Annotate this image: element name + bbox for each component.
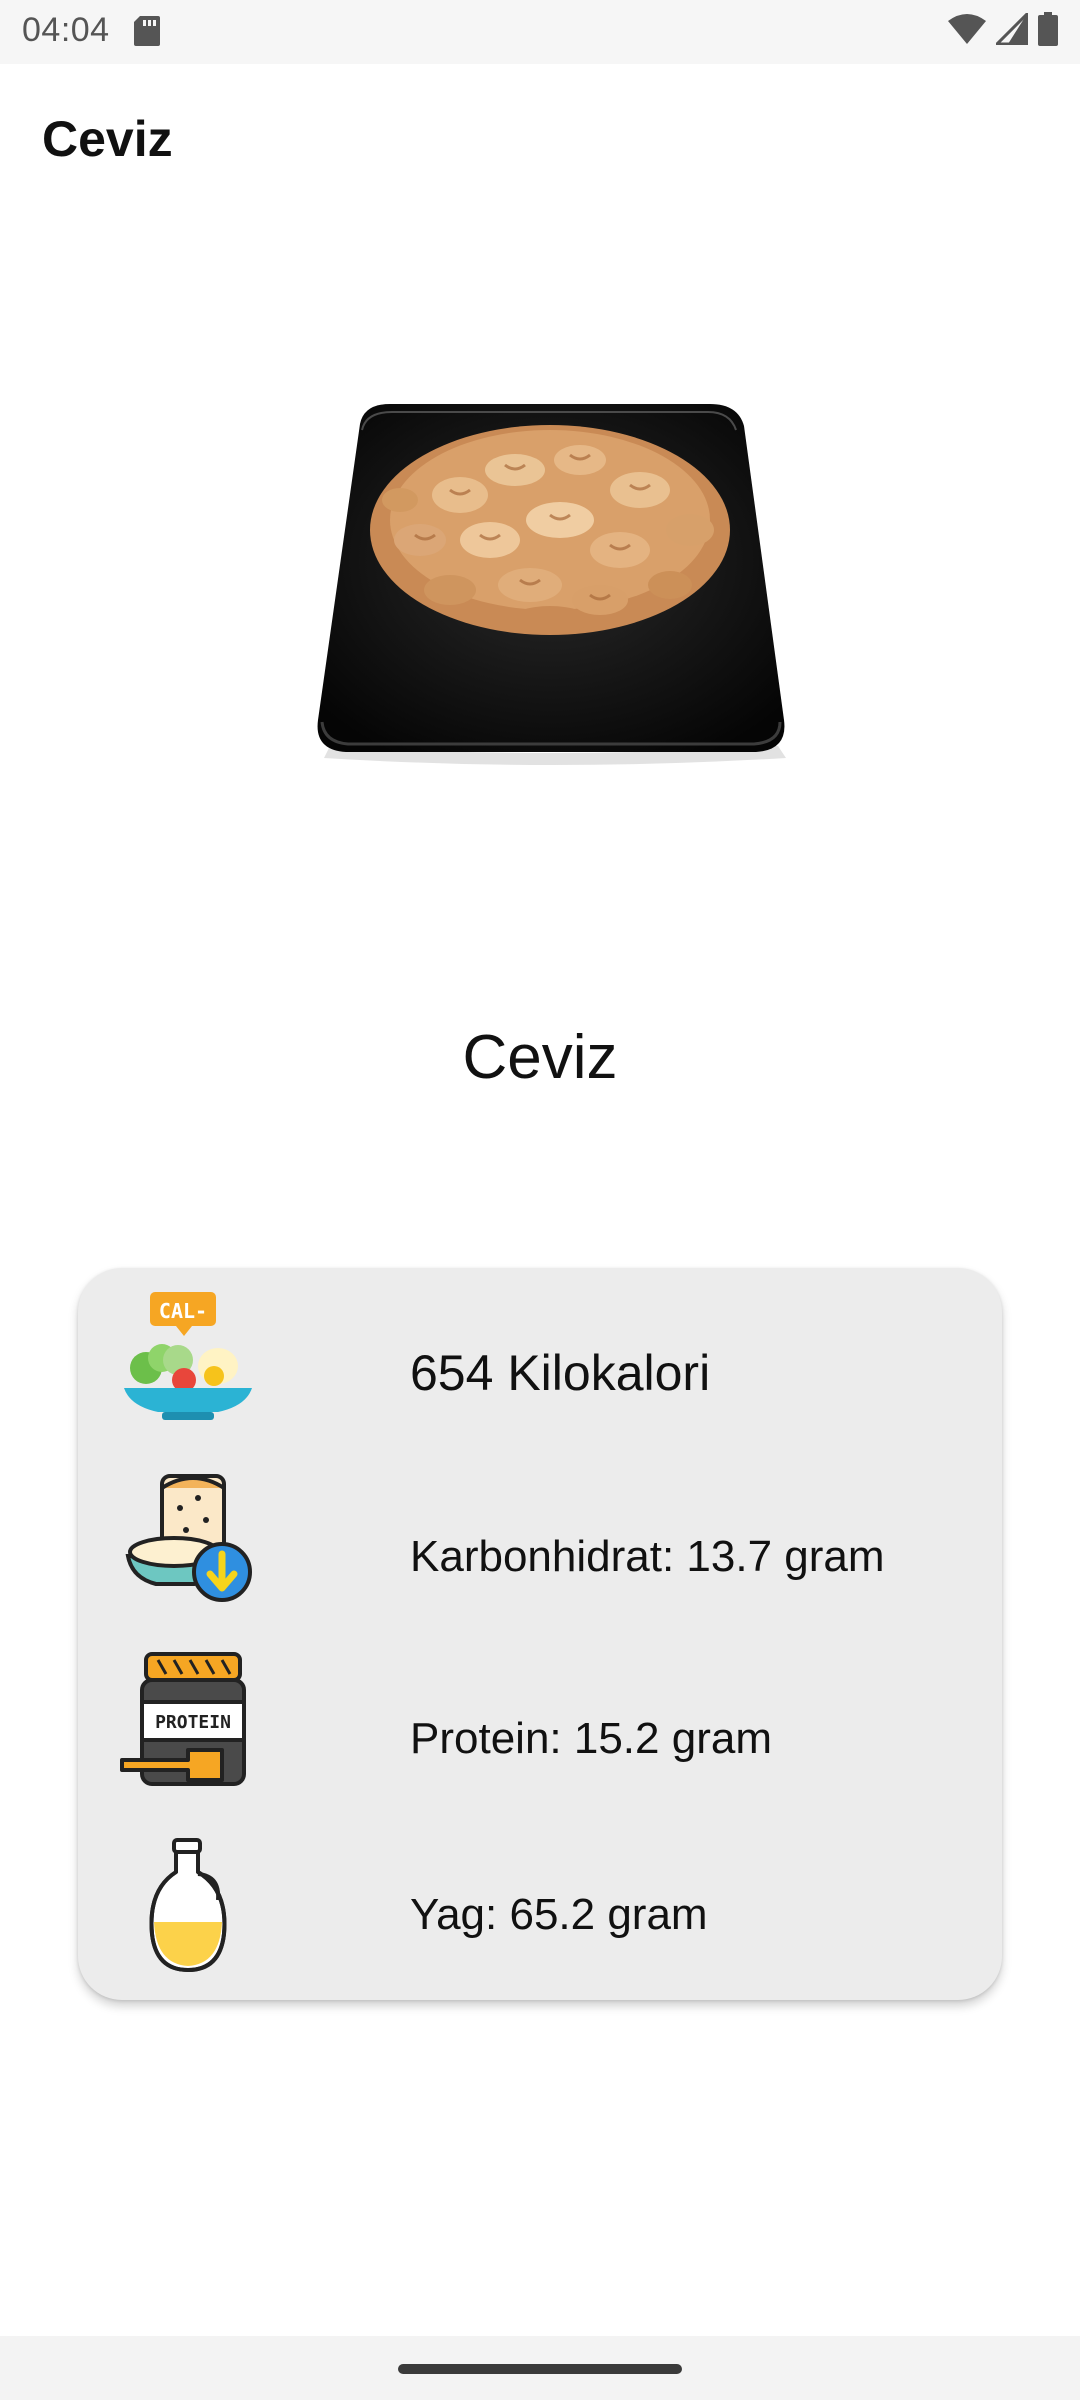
nutrition-row-protein: PROTEIN Protein: 15.2 gram [78,1650,1002,1810]
status-time: 04:04 [22,11,110,49]
protein-jar-icon: PROTEIN [120,1652,246,1786]
battery-icon [1038,12,1058,46]
app-bar: Ceviz [0,64,1080,214]
carbohydrate-bread-icon [125,1474,252,1602]
app-title: Ceviz [42,111,173,167]
nutrition-row-fat: Yag: 65.2 gram [78,1838,1002,1998]
wifi-icon [948,14,986,44]
nutrition-row-calories: CAL- 654 Kilokalori [78,1288,1002,1448]
calories-label: 654 Kilokalori [410,1345,711,1401]
nutrition-card: CAL- 654 Kilokalori Karbonhidrat: 13.7 g… [78,1268,1002,2000]
oil-bottle-icon [149,1838,227,1972]
signal-icon [996,13,1028,45]
fat-label: Yag: 65.2 gram [410,1890,708,1939]
protein-label: Protein: 15.2 gram [410,1714,772,1763]
status-bar: 04:04 [0,0,1080,64]
nutrition-row-carbohydrate: Karbonhidrat: 13.7 gram [78,1468,1002,1628]
svg-text:CAL-: CAL- [159,1299,207,1323]
svg-text:PROTEIN: PROTEIN [155,1712,231,1733]
home-gesture-handle[interactable] [398,2364,682,2374]
food-name: Ceviz [462,1023,618,1092]
sd-card-icon [134,16,160,46]
walnut-plate-image [317,404,786,765]
carbohydrate-label: Karbonhidrat: 13.7 gram [410,1532,885,1581]
calorie-salad-icon: CAL- [124,1292,252,1420]
